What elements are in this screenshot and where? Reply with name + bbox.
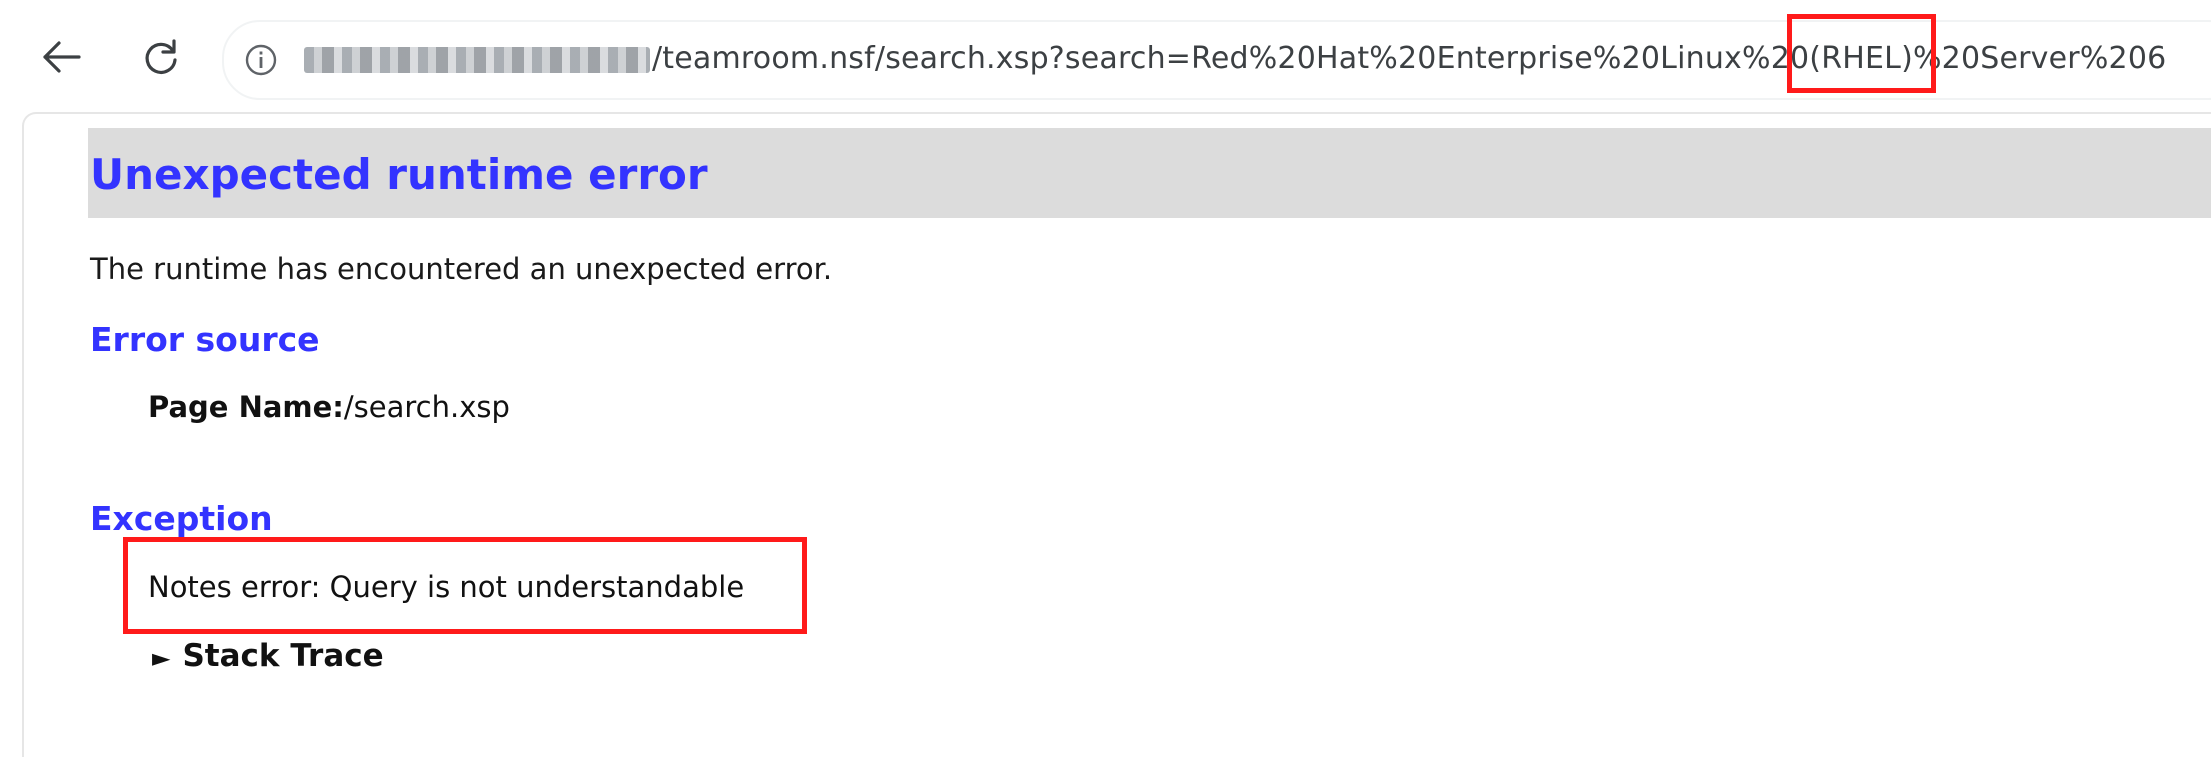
reload-button[interactable] xyxy=(128,24,194,90)
page-name-value: /search.xsp xyxy=(343,390,510,424)
arrow-left-icon xyxy=(41,40,81,74)
reload-icon xyxy=(142,38,180,76)
intro-text: The runtime has encountered an unexpecte… xyxy=(90,252,833,286)
stack-trace-toggle[interactable]: ► Stack Trace xyxy=(152,638,384,674)
redacted-host xyxy=(304,46,650,73)
page-name-row: Page Name:/search.xsp xyxy=(148,390,510,424)
stack-trace-label: Stack Trace xyxy=(182,638,384,674)
error-source-heading: Error source xyxy=(90,320,320,359)
expand-triangle-icon: ► xyxy=(152,644,171,672)
browser-toolbar: /teamroom.nsf/search.xsp?search=Red%20Ha… xyxy=(0,0,2211,112)
back-button[interactable] xyxy=(28,24,94,90)
exception-message: Notes error: Query is not understandable xyxy=(148,570,745,604)
address-bar[interactable]: /teamroom.nsf/search.xsp?search=Red%20Ha… xyxy=(222,20,2211,100)
screenshot: /teamroom.nsf/search.xsp?search=Red%20Ha… xyxy=(0,0,2211,757)
page-name-label: Page Name: xyxy=(148,390,344,424)
info-circle-icon[interactable] xyxy=(238,37,284,83)
error-page: Unexpected runtime error The runtime has… xyxy=(22,112,2211,757)
page-title: Unexpected runtime error xyxy=(90,150,708,199)
url-path: /teamroom.nsf/search.xsp?search=Red%20Ha… xyxy=(652,41,2167,76)
url-text[interactable]: /teamroom.nsf/search.xsp?search=Red%20Ha… xyxy=(304,41,2166,76)
exception-heading: Exception xyxy=(90,499,273,538)
